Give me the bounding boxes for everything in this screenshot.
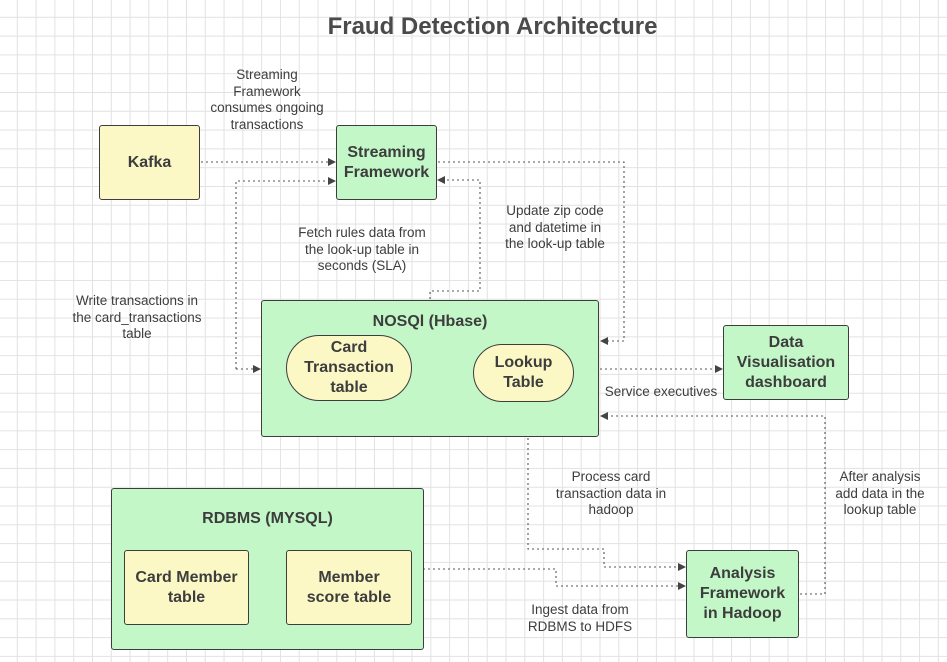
streaming-label-line1: Streaming: [347, 143, 426, 161]
member-score-table-node: Member score table: [286, 550, 412, 625]
note-write-transactions-line2: the card_transactions: [72, 309, 202, 325]
rdbms-label: RDBMS (MYSQL): [202, 510, 333, 527]
note-streaming-consumes: Streaming Framework consumes ongoing tra…: [197, 67, 337, 133]
note-update-zip-line1: Update zip code: [506, 203, 604, 218]
lookup-table-node: Lookup Table: [473, 344, 574, 402]
kafka-label: Kafka: [127, 153, 172, 171]
card-member-line2: table: [167, 588, 206, 606]
note-streaming-consumes-line2: Framework: [233, 83, 301, 99]
dataviz-line1: Data: [768, 333, 804, 351]
card-member-line1: Card Member: [135, 568, 238, 586]
member-score-line1: Member: [318, 568, 380, 586]
note-after-analysis-line3: lookup table: [843, 502, 917, 517]
note-process-card-line3: hadoop: [588, 502, 634, 517]
card-transaction-line1: Card: [330, 339, 368, 356]
note-write-transactions-line1: Write transactions in: [75, 293, 199, 308]
kafka-node: Kafka: [99, 125, 200, 200]
diagram-canvas: Fraud Detection Architecture Kafka Strea…: [0, 0, 947, 662]
note-streaming-consumes-line3: consumes ongoing: [210, 100, 324, 115]
dataviz-line3: dashboard: [745, 373, 827, 391]
analysis-line2: Framework: [699, 585, 786, 602]
streaming-framework-node: Streaming Framework: [336, 125, 437, 200]
note-streaming-consumes-line4: transactions: [230, 116, 304, 132]
note-after-analysis-line2: add data in the: [835, 485, 925, 501]
note-service-executives-line1: Service executives: [604, 384, 718, 399]
dataviz-line2: Visualisation: [736, 353, 836, 371]
analysis-line3: in Hadoop: [703, 605, 782, 622]
streaming-label-line2: Framework: [343, 163, 430, 181]
connector-rdbms-to-analysis: [413, 568, 686, 590]
note-update-zip: Update zip code and datetime in the look…: [490, 203, 620, 253]
note-process-card-line2: transaction data in: [555, 485, 667, 501]
card-member-table-node: Card Member table: [124, 550, 249, 625]
note-after-analysis-line1: After analysis: [839, 469, 921, 484]
note-fetch-rules-line1: Fetch rules data from: [298, 225, 426, 240]
member-score-line2: score table: [306, 588, 392, 606]
note-fetch-rules: Fetch rules data from the look-up table …: [281, 225, 443, 275]
card-transaction-table-node: Card Transaction table: [286, 335, 412, 401]
note-ingest-line2: RDBMS to HDFS: [527, 618, 633, 634]
card-transaction-line3: table: [330, 379, 368, 396]
nosql-label: NOSQl (Hbase): [372, 313, 488, 330]
note-fetch-rules-line2: the look-up table in: [304, 241, 420, 257]
note-ingest-line1: Ingest data from: [531, 602, 629, 617]
data-visualisation-node: Data Visualisation dashboard: [723, 325, 849, 400]
note-update-zip-line3: the look-up table: [505, 236, 605, 251]
note-write-transactions: Write transactions in the card_transacti…: [58, 293, 216, 343]
note-update-zip-line2: and datetime in: [508, 219, 602, 235]
card-transaction-line2: Transaction: [304, 359, 394, 376]
lookup-line2: Table: [503, 374, 544, 391]
lookup-line1: Lookup: [494, 354, 553, 371]
note-after-analysis: After analysis add data in the lookup ta…: [824, 469, 936, 519]
analysis-framework-node: Analysis Framework in Hadoop: [686, 550, 799, 638]
note-service-executives: Service executives: [600, 384, 722, 401]
note-process-card: Process card transaction data in hadoop: [544, 469, 678, 519]
analysis-line1: Analysis: [709, 565, 776, 582]
note-process-card-line1: Process card: [571, 469, 651, 484]
note-write-transactions-line3: table: [122, 326, 152, 341]
note-fetch-rules-line3: seconds (SLA): [317, 258, 407, 273]
note-ingest: Ingest data from RDBMS to HDFS: [515, 602, 645, 635]
diagram-title: Fraud Detection Architecture: [327, 13, 658, 40]
note-streaming-consumes-line1: Streaming: [236, 67, 298, 82]
